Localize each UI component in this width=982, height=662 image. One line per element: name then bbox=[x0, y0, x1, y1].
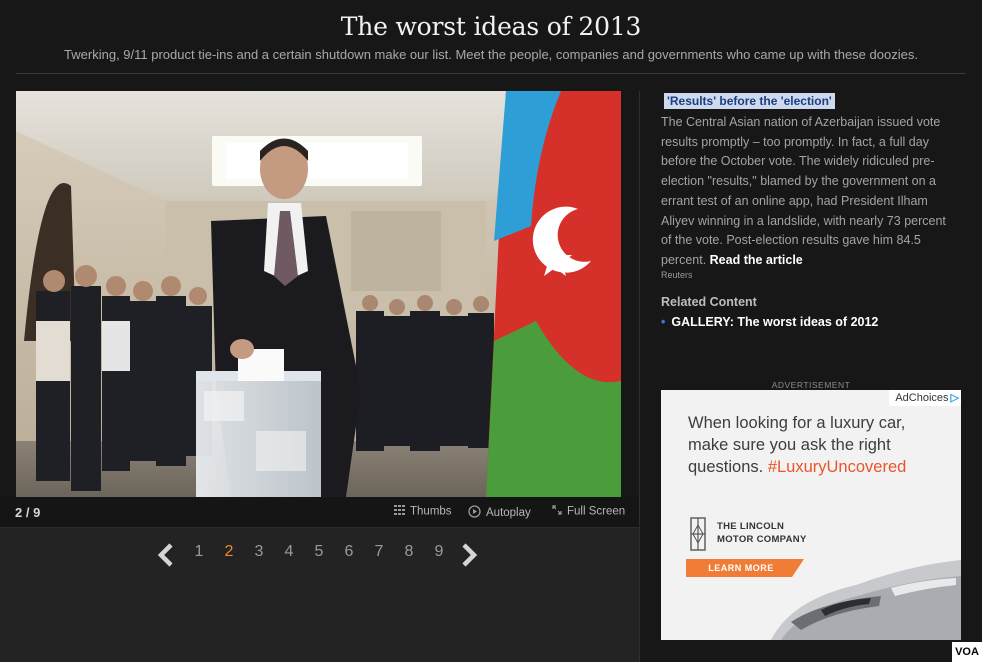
page-subtitle: Twerking, 9/11 product tie-ins and a cer… bbox=[64, 47, 918, 62]
autoplay-button[interactable]: Autoplay bbox=[468, 505, 531, 521]
expand-icon bbox=[552, 505, 562, 518]
related-heading: Related Content bbox=[661, 295, 757, 309]
car-image bbox=[771, 560, 961, 640]
photo-credit: Reuters bbox=[661, 270, 693, 280]
page-1[interactable]: 1 bbox=[192, 543, 206, 561]
related-link-label: GALLERY: The worst ideas of 2012 bbox=[671, 315, 879, 329]
ad-headline: When looking for a luxury car, make sure… bbox=[688, 412, 948, 478]
chevron-left-icon bbox=[157, 543, 173, 567]
caption-text: The Central Asian nation of Azerbaijan i… bbox=[661, 115, 946, 267]
slide-counter: 2 / 9 bbox=[15, 505, 41, 520]
slideshow-controls: 2 / 9 Thumbs Autoplay Full Screen bbox=[0, 497, 639, 528]
adchoices-label: AdChoices bbox=[895, 392, 949, 404]
play-circle-icon bbox=[468, 505, 481, 521]
thumbs-label: Thumbs bbox=[410, 505, 452, 518]
fullscreen-label: Full Screen bbox=[567, 505, 626, 518]
adchoices-triangle-icon: ▷ bbox=[950, 392, 959, 404]
slide-pager: 1 2 3 4 5 6 7 8 9 bbox=[0, 528, 639, 662]
fullscreen-button[interactable]: Full Screen bbox=[552, 505, 625, 518]
slide-photo-image bbox=[16, 91, 621, 497]
chevron-right-icon bbox=[462, 543, 478, 567]
related-link[interactable]: • GALLERY: The worst ideas of 2012 bbox=[661, 315, 878, 329]
lincoln-logo-icon bbox=[690, 517, 706, 551]
thumbs-button[interactable]: Thumbs bbox=[394, 505, 452, 518]
ad-hashtag: #LuxuryUncovered bbox=[767, 458, 907, 476]
page-7[interactable]: 7 bbox=[372, 543, 386, 561]
header-divider bbox=[16, 73, 966, 74]
page-8[interactable]: 8 bbox=[402, 543, 416, 561]
page-9[interactable]: 9 bbox=[432, 543, 446, 561]
column-divider bbox=[639, 91, 640, 662]
page-5[interactable]: 5 bbox=[312, 543, 326, 561]
adchoices-button[interactable]: AdChoices ▷ bbox=[889, 390, 961, 406]
gallery-header: The worst ideas of 2013 Twerking, 9/11 p… bbox=[0, 0, 982, 74]
page-4[interactable]: 4 bbox=[282, 543, 296, 561]
page-6[interactable]: 6 bbox=[342, 543, 356, 561]
caption-title: 'Results' before the 'election' bbox=[664, 93, 835, 109]
next-slide-button[interactable] bbox=[460, 543, 478, 572]
ad-label: ADVERTISEMENT bbox=[771, 380, 851, 390]
page-3[interactable]: 3 bbox=[252, 543, 266, 561]
slide-photo[interactable] bbox=[16, 91, 621, 497]
page-title: The worst ideas of 2013 bbox=[340, 12, 642, 41]
ad-brand-line1: THE LINCOLN bbox=[717, 521, 785, 532]
prev-slide-button[interactable] bbox=[157, 543, 175, 572]
voa-watermark: VOA bbox=[952, 642, 982, 662]
caption-body: The Central Asian nation of Azerbaijan i… bbox=[661, 113, 956, 271]
page-2[interactable]: 2 bbox=[222, 543, 236, 561]
advertisement[interactable]: AdChoices ▷ When looking for a luxury car… bbox=[661, 390, 961, 640]
read-article-link[interactable]: Read the article bbox=[710, 253, 803, 267]
grid-icon bbox=[394, 505, 405, 518]
autoplay-label: Autoplay bbox=[486, 507, 531, 520]
bullet-icon: • bbox=[661, 315, 666, 329]
